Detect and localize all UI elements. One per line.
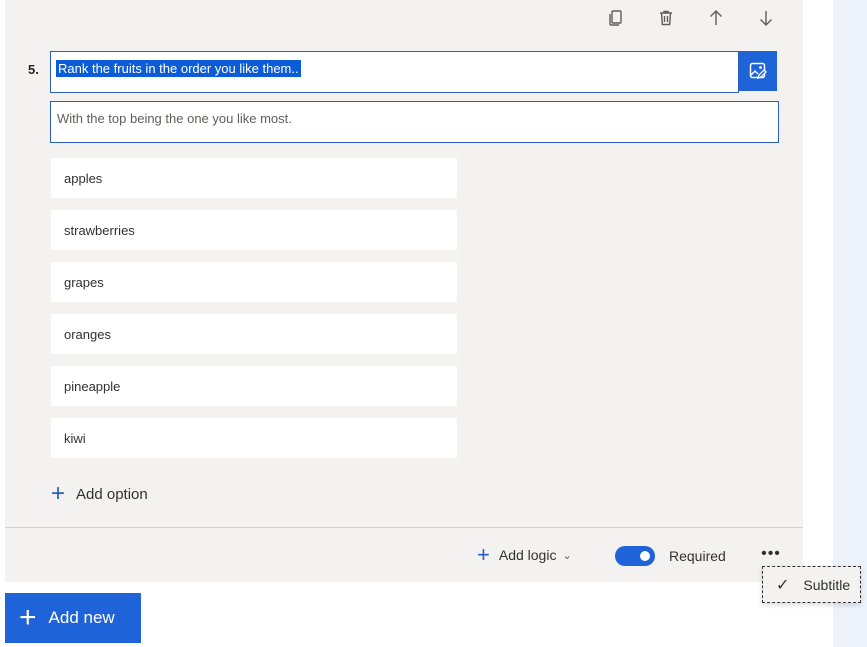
arrow-down-icon[interactable] <box>754 6 778 30</box>
right-gutter <box>803 0 833 647</box>
menu-item-subtitle-label: Subtitle <box>803 576 851 593</box>
question-subtitle-input[interactable]: With the top being the one you like most… <box>50 101 779 143</box>
option-strawberries[interactable]: strawberries <box>51 210 457 250</box>
question-title-text: Rank the fruits in the order you like th… <box>56 60 301 77</box>
card-divider <box>5 527 803 528</box>
plus-icon: + <box>19 601 37 634</box>
option-oranges[interactable]: oranges <box>51 314 457 354</box>
arrow-up-icon[interactable] <box>704 6 728 30</box>
add-option-button[interactable]: + Add option <box>51 482 148 506</box>
insert-media-button[interactable] <box>739 51 777 91</box>
plus-icon: + <box>51 480 66 507</box>
delete-icon[interactable] <box>654 6 678 30</box>
chevron-down-icon: ⌄ <box>562 549 572 562</box>
menu-item-subtitle[interactable]: ✓ Subtitle <box>762 566 861 603</box>
add-new-button[interactable]: + Add new <box>5 593 141 643</box>
add-option-label: Add option <box>76 485 148 503</box>
copy-icon[interactable] <box>604 6 628 30</box>
required-label: Required <box>669 548 726 564</box>
question-number: 5. <box>28 62 39 77</box>
right-panel-background <box>833 0 867 647</box>
add-logic-label: Add logic <box>498 547 557 563</box>
option-pineapple[interactable]: pineapple <box>51 366 457 406</box>
add-new-label: Add new <box>48 608 115 627</box>
image-edit-icon <box>749 62 767 80</box>
option-kiwi[interactable]: kiwi <box>51 418 457 458</box>
more-options-button[interactable]: ••• <box>760 543 782 565</box>
option-apples[interactable]: apples <box>51 158 457 198</box>
required-toggle[interactable] <box>615 546 655 566</box>
option-grapes[interactable]: grapes <box>51 262 457 302</box>
plus-icon: + <box>477 542 490 567</box>
question-title-input[interactable]: Rank the fruits in the order you like th… <box>50 51 739 93</box>
checkmark-icon: ✓ <box>776 576 790 594</box>
add-logic-button[interactable]: + Add logic ⌄ <box>477 542 572 567</box>
